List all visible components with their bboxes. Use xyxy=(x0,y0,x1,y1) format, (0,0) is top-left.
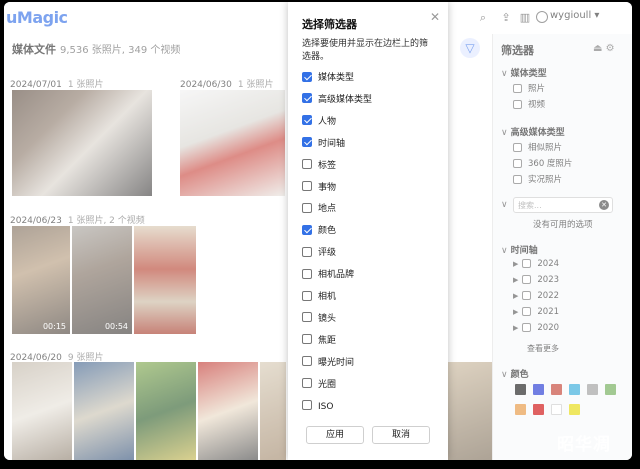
filter-option-checkbox[interactable] xyxy=(302,268,312,279)
filter-option[interactable]: 人物 xyxy=(302,115,337,130)
filter-option-label: 时间轴 xyxy=(318,138,346,149)
filter-option[interactable]: 时间轴 xyxy=(302,137,346,152)
filter-option[interactable]: 焦距 xyxy=(302,334,337,349)
filter-option-label: 高级媒体类型 xyxy=(318,94,373,105)
filter-option-label: 事物 xyxy=(318,182,337,193)
choose-filters-dialog: 选择筛选器 ✕ 选择要使用并显示在边栏上的筛选器。 媒体类型高级媒体类型 人物时间… xyxy=(288,2,448,460)
filter-option-checkbox[interactable] xyxy=(302,378,312,389)
filter-option[interactable]: 媒体类型 xyxy=(302,71,355,86)
filter-option[interactable]: 镜头 xyxy=(302,312,337,327)
filter-option-label: 镜头 xyxy=(318,313,337,324)
filter-option-checkbox[interactable] xyxy=(302,400,312,410)
filter-option-checkbox[interactable] xyxy=(302,334,312,345)
filter-option-checkbox[interactable] xyxy=(302,137,312,148)
app-window: uMagic ⌕ ⇪ ▥ wygioull ▾ 媒体文件 9,536 张照片, 3… xyxy=(4,2,632,460)
filter-option-checkbox[interactable] xyxy=(302,115,312,126)
filter-option-label: 标签 xyxy=(318,160,337,171)
filter-option-checkbox[interactable] xyxy=(302,246,312,257)
filter-option[interactable]: 高级媒体类型 xyxy=(302,93,373,108)
filter-option-checkbox[interactable] xyxy=(302,159,312,170)
filter-option-checkbox[interactable] xyxy=(302,224,312,235)
filter-option[interactable]: 颜色 xyxy=(302,224,337,239)
filter-option-label: 光圈 xyxy=(318,379,337,390)
filter-option-checkbox[interactable] xyxy=(302,290,312,301)
filter-option-label: 曝光时间 xyxy=(318,357,355,368)
filter-option-checkbox[interactable] xyxy=(302,181,312,191)
watermark-text: 昭华凋 xyxy=(557,435,611,455)
filter-option[interactable]: ISO xyxy=(302,400,334,415)
filter-option[interactable]: 事物 xyxy=(302,181,337,196)
filter-option-checkbox[interactable] xyxy=(302,312,312,323)
apply-button[interactable]: 应用 xyxy=(306,426,364,444)
filter-option-checkbox[interactable] xyxy=(302,71,312,82)
filter-option-checkbox[interactable] xyxy=(302,93,312,104)
cancel-button[interactable]: 取消 xyxy=(372,426,430,444)
filter-option[interactable]: 光圈 xyxy=(302,378,337,393)
filter-option-label: 相机品牌 xyxy=(318,270,355,281)
filter-option-checkbox[interactable] xyxy=(302,356,312,367)
filter-option-label: 评级 xyxy=(318,248,337,259)
filter-option-label: 焦距 xyxy=(318,335,337,346)
filter-option-label: 相机 xyxy=(318,292,337,302)
filter-option[interactable]: 相机品牌 xyxy=(302,268,355,283)
filter-option[interactable]: 曝光时间 xyxy=(302,356,355,371)
filter-option-label: 地点 xyxy=(318,204,337,215)
filter-option-label: 颜色 xyxy=(318,226,337,237)
filter-option-label: 人物 xyxy=(318,116,337,127)
filter-option[interactable]: 地点 xyxy=(302,202,337,217)
filter-option-checkbox[interactable] xyxy=(302,202,312,213)
filter-option-label: 媒体类型 xyxy=(318,73,355,83)
close-icon[interactable]: ✕ xyxy=(430,10,440,24)
filter-option[interactable]: 相机 xyxy=(302,290,337,305)
filter-option-label: ISO xyxy=(318,401,334,412)
dialog-title: 选择筛选器 xyxy=(302,18,357,31)
filter-option[interactable]: 评级 xyxy=(302,246,337,261)
filter-option[interactable]: 标签 xyxy=(302,159,337,174)
dialog-description: 选择要使用并显示在边栏上的筛选器。 xyxy=(302,39,429,62)
